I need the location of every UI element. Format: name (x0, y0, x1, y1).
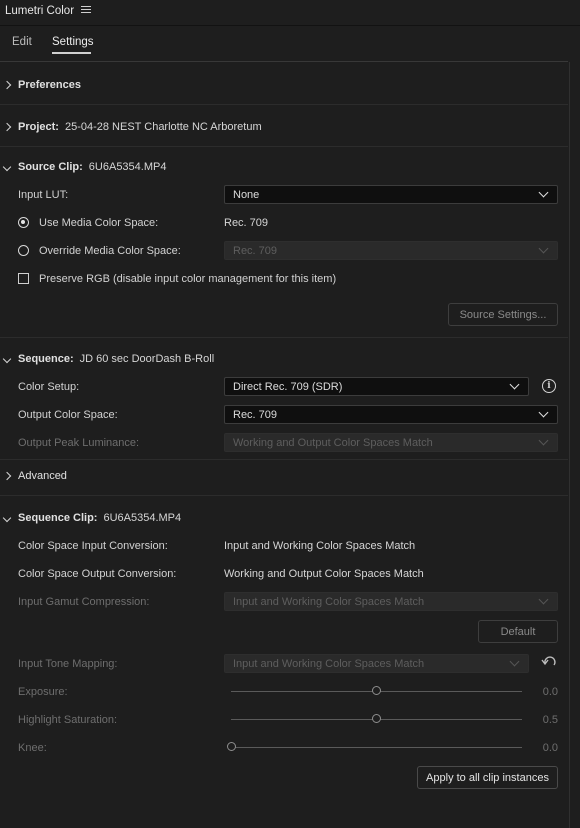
knee-slider-track[interactable] (231, 747, 522, 748)
exposure-label: Exposure: (18, 686, 68, 698)
section-project-label: Project: (18, 121, 59, 133)
active-tab-indicator (52, 52, 91, 54)
preserve-rgb-checkbox[interactable] (18, 273, 29, 284)
gamut-compression-value: Input and Working Color Spaces Match (233, 595, 425, 608)
override-color-space-dropdown[interactable]: Rec. 709 (224, 241, 558, 260)
override-color-space-value: Rec. 709 (233, 244, 278, 257)
panel-title: Lumetri Color (5, 5, 75, 17)
knee-label: Knee: (18, 742, 47, 754)
chevron-down-icon (538, 594, 549, 605)
chevron-down-icon (2, 513, 12, 523)
override-media-color-space-label: Override Media Color Space: (39, 245, 181, 257)
knee-slider-thumb[interactable] (226, 742, 236, 751)
preserve-rgb-label: Preserve RGB (disable input color manage… (39, 273, 337, 285)
input-lut-value: None (233, 188, 260, 201)
output-peak-luminance-value: Working and Output Color Spaces Match (233, 436, 433, 449)
tab-settings[interactable]: Settings (52, 36, 94, 48)
chevron-down-icon (538, 435, 549, 446)
section-divider (0, 337, 568, 338)
color-setup-dropdown[interactable]: Direct Rec. 709 (SDR) (224, 377, 529, 396)
color-setup-value: Direct Rec. 709 (SDR) (233, 380, 343, 393)
use-media-color-space-radio[interactable] (18, 217, 29, 228)
default-button[interactable]: Default (478, 620, 558, 643)
sequence-name: JD 60 sec DoorDash B-Roll (79, 353, 215, 365)
output-peak-luminance-dropdown[interactable]: Working and Output Color Spaces Match (224, 433, 558, 452)
tone-mapping-label: Input Tone Mapping: (18, 658, 118, 670)
media-color-space-value: Rec. 709 (224, 217, 269, 229)
exposure-value[interactable]: 0.0 (530, 686, 558, 698)
chevron-down-icon (2, 162, 12, 172)
section-source-clip[interactable]: Source Clip: 6U6A5354.MP4 (2, 161, 167, 173)
tabs-divider (0, 61, 568, 62)
section-advanced-label: Advanced (18, 470, 67, 482)
use-media-color-space-label: Use Media Color Space: (39, 217, 159, 229)
tone-mapping-dropdown[interactable]: Input and Working Color Spaces Match (224, 654, 529, 673)
chevron-right-icon (2, 471, 12, 481)
section-preferences-label: Preferences (18, 79, 81, 91)
panel-scrollbar[interactable] (569, 62, 570, 828)
section-preferences[interactable]: Preferences (2, 79, 81, 91)
reset-icon[interactable] (541, 655, 557, 669)
section-divider (0, 146, 568, 147)
output-color-space-label: Output Color Space: (18, 409, 118, 421)
chevron-down-icon (509, 656, 520, 667)
output-conversion-value: Working and Output Color Spaces Match (224, 568, 424, 580)
exposure-slider-thumb[interactable] (372, 686, 381, 695)
output-conversion-label: Color Space Output Conversion: (18, 568, 177, 580)
section-sequence-clip-label: Sequence Clip: (18, 512, 98, 524)
section-divider (0, 495, 568, 496)
chevron-right-icon (2, 80, 12, 90)
input-conversion-value: Input and Working Color Spaces Match (224, 540, 416, 552)
highlight-saturation-value[interactable]: 0.5 (530, 714, 558, 726)
input-conversion-label: Color Space Input Conversion: (18, 540, 168, 552)
section-divider (0, 459, 568, 460)
info-icon[interactable]: i (542, 379, 556, 393)
output-color-space-value: Rec. 709 (233, 408, 278, 421)
color-setup-label: Color Setup: (18, 381, 80, 393)
section-source-clip-label: Source Clip: (18, 161, 83, 173)
gamut-compression-dropdown[interactable]: Input and Working Color Spaces Match (224, 592, 558, 611)
section-advanced[interactable]: Advanced (2, 470, 67, 482)
gamut-compression-label: Input Gamut Compression: (18, 596, 150, 608)
section-project[interactable]: Project: 25-04-28 NEST Charlotte NC Arbo… (2, 121, 262, 133)
sequence-clip-name: 6U6A5354.MP4 (103, 512, 182, 524)
section-sequence-label: Sequence: (18, 353, 74, 365)
source-clip-name: 6U6A5354.MP4 (88, 161, 167, 173)
highlight-saturation-label: Highlight Saturation: (18, 714, 118, 726)
input-lut-dropdown[interactable]: None (224, 185, 558, 204)
apply-to-all-clip-instances-button[interactable]: Apply to all clip instances (417, 766, 558, 789)
section-divider (0, 104, 568, 105)
tone-mapping-value: Input and Working Color Spaces Match (233, 657, 425, 670)
highlight-saturation-slider-thumb[interactable] (372, 714, 381, 723)
panel-menu-icon[interactable] (81, 5, 91, 15)
chevron-down-icon (509, 379, 520, 390)
tab-edit[interactable]: Edit (12, 36, 32, 48)
chevron-down-icon (538, 243, 549, 254)
knee-value[interactable]: 0.0 (530, 742, 558, 754)
chevron-right-icon (2, 122, 12, 132)
input-lut-label: Input LUT: (18, 189, 69, 201)
override-media-color-space-radio[interactable] (18, 245, 29, 256)
section-sequence-clip[interactable]: Sequence Clip: 6U6A5354.MP4 (2, 512, 182, 524)
chevron-down-icon (538, 407, 549, 418)
output-color-space-dropdown[interactable]: Rec. 709 (224, 405, 558, 424)
section-sequence[interactable]: Sequence: JD 60 sec DoorDash B-Roll (2, 353, 215, 365)
output-peak-luminance-label: Output Peak Luminance: (18, 437, 140, 449)
chevron-down-icon (538, 187, 549, 198)
title-divider (0, 25, 580, 26)
chevron-down-icon (2, 354, 12, 364)
project-name: 25-04-28 NEST Charlotte NC Arboretum (64, 121, 262, 133)
source-settings-button[interactable]: Source Settings... (448, 303, 558, 326)
